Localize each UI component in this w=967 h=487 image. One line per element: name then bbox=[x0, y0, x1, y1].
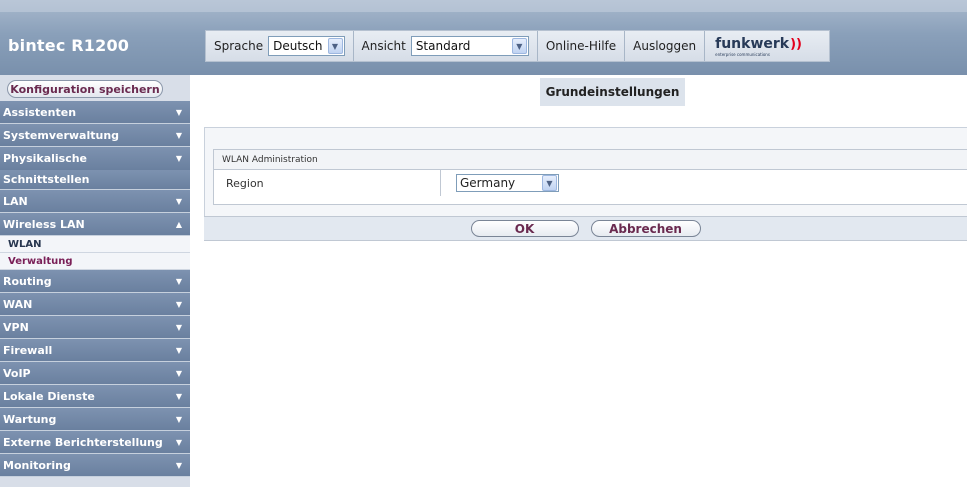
main-content: Grundeinstellungen WLAN Administration R… bbox=[190, 75, 967, 487]
sidebar-item-label: Systemverwaltung bbox=[3, 128, 120, 142]
sidebar-item-routing[interactable]: Routing ▼ bbox=[0, 270, 190, 293]
sidebar-item-label: Monitoring bbox=[3, 458, 71, 472]
help-group: Online-Hilfe bbox=[538, 31, 626, 61]
sidebar-item-label: LAN bbox=[3, 194, 28, 208]
language-group: Sprache Deutsch ▼ bbox=[206, 31, 354, 61]
language-label: Sprache bbox=[214, 39, 264, 53]
chevron-down-icon: ▼ bbox=[175, 196, 182, 206]
sidebar-item-label: VoIP bbox=[3, 366, 31, 380]
chevron-down-icon[interactable]: ▼ bbox=[542, 175, 557, 191]
nav-list: Assistenten ▼ Systemverwaltung ▼ Physikali… bbox=[0, 101, 190, 477]
sidebar-item-label: Physikalische bbox=[3, 152, 88, 165]
sidebar-subitem-wlan[interactable]: WLAN bbox=[0, 236, 190, 253]
sidebar-item-wan[interactable]: WAN ▼ bbox=[0, 293, 190, 316]
sidebar-item-schnittstellen[interactable]: Schnittstellen bbox=[0, 170, 190, 190]
sidebar-item-lan[interactable]: LAN ▼ bbox=[0, 190, 190, 213]
header-decoration bbox=[0, 0, 967, 12]
region-row: Region Germany ▼ bbox=[214, 170, 967, 196]
sidebar-item-externe-berichterstellung[interactable]: Externe Berichterstellung ▼ bbox=[0, 431, 190, 454]
sidebar-item-voip[interactable]: VoIP ▼ bbox=[0, 362, 190, 385]
sidebar-item-label: Wireless LAN bbox=[3, 217, 85, 231]
sidebar-item-firewall[interactable]: Firewall ▼ bbox=[0, 339, 190, 362]
chevron-down-icon: ▼ bbox=[175, 437, 182, 447]
chevron-down-icon: ▼ bbox=[175, 322, 182, 332]
sidebar-item-systemverwaltung[interactable]: Systemverwaltung ▼ bbox=[0, 124, 190, 147]
device-brand: bintec R1200 bbox=[8, 35, 130, 55]
chevron-down-icon: ▼ bbox=[175, 276, 182, 286]
logo-subtitle: enterprise communications bbox=[715, 51, 770, 57]
sidebar-item-wartung[interactable]: Wartung ▼ bbox=[0, 408, 190, 431]
sidebar-item-monitoring[interactable]: Monitoring ▼ bbox=[0, 454, 190, 477]
chevron-up-icon: ▲ bbox=[175, 219, 182, 229]
logout-link[interactable]: Ausloggen bbox=[633, 39, 696, 53]
sidebar-nav: Konfiguration speichern Assistenten ▼ Sys… bbox=[0, 75, 190, 487]
sidebar-item-label: Wartung bbox=[3, 412, 57, 426]
chevron-down-icon: ▼ bbox=[175, 391, 182, 401]
sidebar-item-lokale-dienste[interactable]: Lokale Dienste ▼ bbox=[0, 385, 190, 408]
sidebar-item-label: VPN bbox=[3, 320, 29, 334]
language-select[interactable]: Deutsch ▼ bbox=[268, 36, 345, 56]
view-select[interactable]: Standard ▼ bbox=[410, 36, 529, 56]
region-value: Germany bbox=[460, 176, 516, 190]
region-label: Region bbox=[214, 170, 441, 196]
sidebar-item-wireless-lan[interactable]: Wireless LAN ▲ bbox=[0, 213, 190, 236]
chevron-down-icon: ▼ bbox=[175, 345, 182, 355]
sidebar-item-physikalische[interactable]: Physikalische ▼ bbox=[0, 147, 190, 170]
wlan-administration-section: WLAN Administration Region Germany ▼ bbox=[213, 149, 967, 205]
sidebar-item-label: Assistenten bbox=[3, 105, 77, 119]
save-config-button[interactable]: Konfiguration speichern bbox=[7, 80, 163, 98]
chevron-down-icon: ▼ bbox=[175, 154, 182, 163]
funkwerk-logo: funkwerk)) enterprise communications bbox=[705, 36, 802, 57]
sidebar-item-label: Firewall bbox=[3, 343, 53, 357]
chevron-down-icon: ▼ bbox=[175, 130, 182, 140]
sidebar-subitem-verwaltung[interactable]: Verwaltung bbox=[0, 253, 190, 270]
sidebar-item-label: WAN bbox=[3, 297, 33, 311]
top-toolbar: Sprache Deutsch ▼ Ansicht Standard ▼ Onl… bbox=[205, 30, 830, 62]
logo-waves-icon: )) bbox=[790, 36, 802, 52]
sidebar-item-label: Externe Berichterstellung bbox=[3, 435, 163, 449]
button-bar: OK Abbrechen bbox=[204, 216, 967, 241]
view-group: Ansicht Standard ▼ bbox=[354, 31, 538, 61]
chevron-down-icon[interactable]: ▼ bbox=[327, 38, 343, 54]
chevron-down-icon: ▼ bbox=[175, 107, 182, 117]
region-field: Germany ▼ bbox=[441, 174, 559, 192]
chevron-down-icon: ▼ bbox=[175, 299, 182, 309]
sidebar-item-label: Lokale Dienste bbox=[3, 389, 95, 403]
view-value: Standard bbox=[415, 39, 471, 53]
page-title: Grundeinstellungen bbox=[540, 78, 685, 106]
sidebar-item-label: Routing bbox=[3, 274, 52, 288]
logout-group: Ausloggen bbox=[625, 31, 706, 61]
online-help-link[interactable]: Online-Hilfe bbox=[546, 39, 616, 53]
view-label: Ansicht bbox=[361, 39, 406, 53]
cancel-button[interactable]: Abbrechen bbox=[590, 220, 701, 237]
language-value: Deutsch bbox=[273, 39, 323, 53]
chevron-down-icon: ▼ bbox=[175, 414, 182, 424]
chevron-down-icon: ▼ bbox=[175, 368, 182, 378]
region-select[interactable]: Germany ▼ bbox=[456, 174, 559, 192]
ok-button[interactable]: OK bbox=[470, 220, 579, 237]
chevron-down-icon: ▼ bbox=[175, 460, 182, 470]
header-bar: bintec R1200 Sprache Deutsch ▼ Ansicht S… bbox=[0, 0, 967, 75]
sidebar-item-vpn[interactable]: VPN ▼ bbox=[0, 316, 190, 339]
section-title: WLAN Administration bbox=[214, 150, 967, 170]
sidebar-item-assistenten[interactable]: Assistenten ▼ bbox=[0, 101, 190, 124]
chevron-down-icon[interactable]: ▼ bbox=[511, 38, 527, 54]
sidebar-item-label: Schnittstellen bbox=[3, 173, 90, 186]
logo-text: funkwerk bbox=[715, 35, 790, 52]
